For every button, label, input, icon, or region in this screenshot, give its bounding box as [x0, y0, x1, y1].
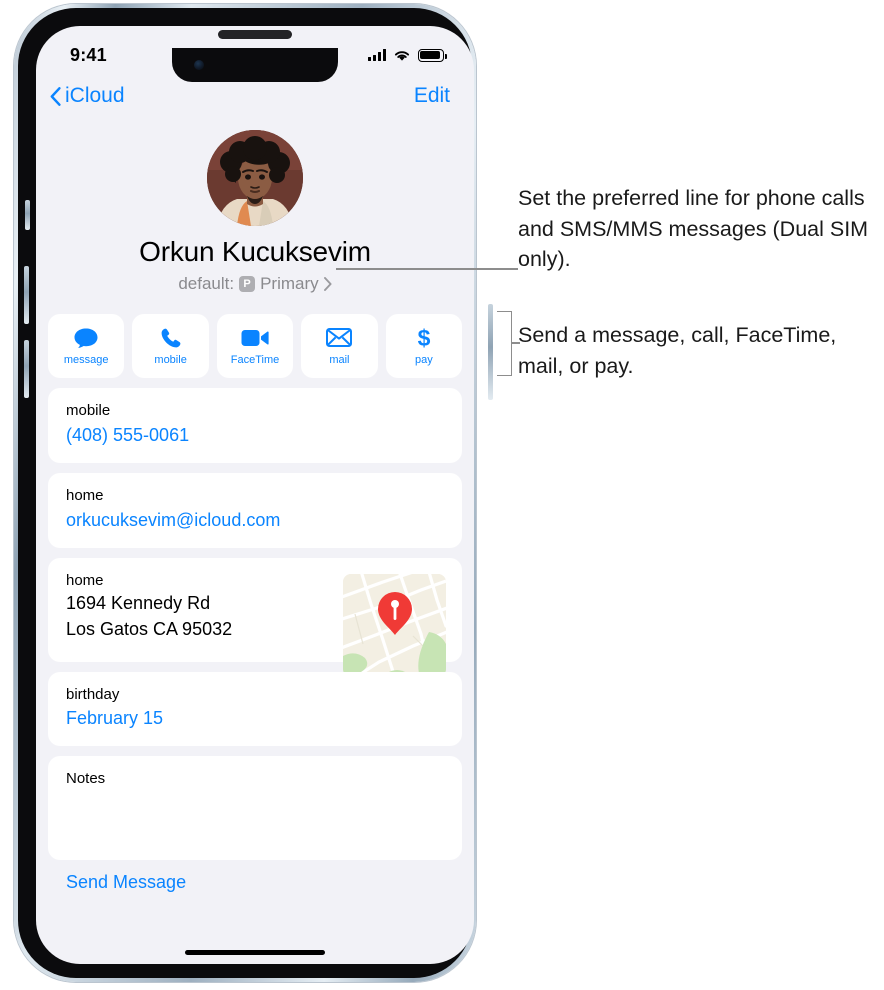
action-label-pay: pay [414, 353, 433, 366]
dollar-sign-icon: $ [416, 326, 432, 350]
cellular-signal-icon [368, 49, 386, 61]
back-button-label: iCloud [65, 84, 125, 107]
phone-handset-icon [160, 327, 182, 349]
phone-device-frame: 9:41 iCloud Edit Orkun Kucuksevim defaul… [14, 4, 476, 982]
quick-actions-row: message mobile FaceTime mail $ pay [36, 294, 474, 378]
action-button-mobile[interactable]: mobile [132, 314, 209, 378]
contact-detail-content: Orkun Kucuksevim default: P Primary mess… [36, 118, 474, 964]
callout-bracket-2 [497, 311, 512, 376]
address-field-label: home [66, 571, 104, 589]
message-bubble-icon [73, 327, 99, 349]
wifi-icon [394, 50, 410, 61]
volume-down-button[interactable] [24, 340, 29, 398]
volume-up-button[interactable] [24, 266, 29, 324]
email-field-value[interactable]: orkucuksevim@icloud.com [66, 507, 444, 534]
action-label-mail: mail [329, 353, 350, 366]
chevron-left-icon [50, 86, 61, 106]
callout-leader-line-1 [336, 268, 518, 270]
contact-field-address[interactable]: home 1694 Kennedy Rd Los Gatos CA 95032 [48, 557, 462, 677]
envelope-icon [326, 327, 353, 349]
address-line-2: Los Gatos CA 95032 [66, 618, 233, 639]
phone-field-value[interactable]: (408) 555-0061 [66, 422, 444, 449]
status-indicators [368, 48, 447, 62]
front-camera-icon [194, 60, 204, 70]
avatar[interactable] [207, 130, 303, 226]
mute-switch-button[interactable] [25, 200, 30, 230]
status-time: 9:41 [70, 44, 107, 65]
video-camera-icon [241, 327, 269, 349]
email-field-label: home [66, 486, 104, 504]
action-label-message: message [63, 353, 109, 366]
birthday-field-value[interactable]: February 15 [66, 705, 444, 732]
home-indicator[interactable] [185, 950, 325, 955]
contact-name: Orkun Kucuksevim [139, 236, 371, 267]
action-label-facetime: FaceTime [230, 353, 280, 366]
chevron-right-icon [323, 277, 332, 291]
address-line-1: 1694 Kennedy Rd [66, 593, 211, 614]
edit-button[interactable]: Edit [414, 84, 450, 108]
callout-bracket-stub-2 [512, 342, 520, 344]
contact-fields-list: mobile (408) 555-0061 home orkucuksevim@… [36, 378, 474, 893]
svg-text:$: $ [417, 326, 430, 350]
birthday-field-label: birthday [66, 685, 120, 703]
action-button-message[interactable]: message [48, 314, 125, 378]
contact-field-email[interactable]: home orkucuksevim@icloud.com [48, 472, 462, 548]
contact-field-notes[interactable]: Notes [48, 756, 462, 861]
action-button-mail[interactable]: mail [301, 314, 378, 378]
default-line-selector[interactable]: default: P Primary [36, 274, 474, 294]
sim-primary-badge-icon: P [239, 276, 256, 292]
phone-screen: 9:41 iCloud Edit Orkun Kucuksevim defaul… [36, 26, 474, 964]
callout-text-1: Set the preferred line for phone calls a… [518, 186, 869, 272]
phone-field-label: mobile [66, 402, 111, 419]
back-button[interactable]: iCloud [50, 84, 125, 108]
send-message-button[interactable]: Send Message [48, 870, 462, 893]
action-button-pay[interactable]: $ pay [385, 314, 463, 378]
battery-icon [418, 48, 447, 62]
contact-field-birthday[interactable]: birthday February 15 [48, 671, 462, 747]
power-button[interactable] [488, 304, 493, 400]
default-line-prefix: default: [178, 274, 235, 293]
earpiece-speaker [218, 30, 292, 39]
notes-field-label: Notes [66, 770, 106, 788]
action-label-mobile: mobile [154, 353, 187, 366]
map-thumbnail[interactable] [343, 573, 446, 677]
contact-photo [207, 130, 303, 226]
default-line-value: Primary [260, 274, 319, 293]
callout-text-2: Send a message, call, FaceTime, mail, or… [518, 323, 837, 378]
contact-field-phone[interactable]: mobile (408) 555-0061 [48, 388, 462, 463]
device-notch [172, 30, 338, 82]
action-button-facetime[interactable]: FaceTime [216, 314, 294, 378]
